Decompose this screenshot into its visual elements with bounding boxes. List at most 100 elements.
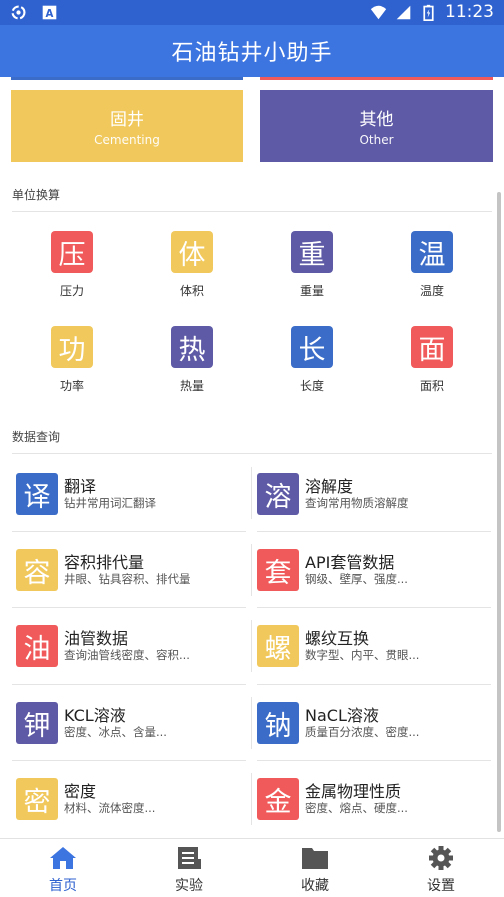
- section-title-data: 数据查询: [12, 430, 61, 444]
- query-text: API套管数据 钢级、壁厚、强度...: [305, 553, 408, 587]
- query-text: KCL溶液 密度、冰点、含量...: [64, 706, 167, 740]
- query-title: NaCL溶液: [305, 706, 379, 725]
- folder-icon: [302, 848, 328, 869]
- unit-item[interactable]: 体体积: [132, 231, 252, 299]
- query-subtitle: 材料、流体密度...: [64, 801, 156, 815]
- unit-item[interactable]: 重重量: [252, 231, 372, 299]
- query-title: KCL溶液: [64, 706, 126, 725]
- unit-item[interactable]: 长长度: [252, 326, 372, 394]
- query-item[interactable]: 密密度 材料、流体密度...: [16, 769, 254, 829]
- row-separator: [257, 531, 491, 532]
- query-subtitle: 查询常用物质溶解度: [305, 496, 409, 510]
- unit-item[interactable]: 温温度: [372, 231, 492, 299]
- unit-label: 功率: [59, 379, 84, 393]
- unit-label: 重量: [299, 284, 324, 298]
- query-title: 密度: [64, 782, 97, 801]
- row-separator: [257, 684, 491, 685]
- query-item[interactable]: 油油管数据 查询油管线密度、容积...: [16, 616, 254, 676]
- grid-separator: [251, 620, 252, 672]
- query-text: NaCL溶液 质量百分浓度、密度...: [305, 706, 419, 740]
- status-bar: A 11:23: [0, 0, 504, 25]
- category-tile-cementing[interactable]: 固井 Cementing: [11, 90, 243, 162]
- unit-badge-icon: 功: [51, 326, 93, 368]
- query-item[interactable]: 螺螺纹互换 数字型、内平、贯眼...: [257, 616, 495, 676]
- row-separator: [12, 684, 246, 685]
- query-subtitle: 密度、冰点、含量...: [64, 725, 167, 739]
- home-icon: [50, 847, 76, 869]
- query-title: 溶解度: [305, 477, 354, 496]
- unit-badge-icon: 热: [171, 326, 213, 368]
- query-title: 油管数据: [64, 629, 129, 648]
- list-icon: [178, 847, 201, 869]
- unit-badge-icon: 面: [411, 326, 453, 368]
- unit-item[interactable]: 面面积: [372, 326, 492, 394]
- category-title: 其他: [359, 110, 394, 130]
- query-subtitle: 质量百分浓度、密度...: [305, 725, 420, 739]
- row-separator: [257, 607, 491, 608]
- gear-icon: [429, 846, 453, 870]
- nav-settings[interactable]: 设置: [378, 839, 504, 897]
- query-item[interactable]: 套 API套管数据 钢级、壁厚、强度...: [257, 540, 495, 600]
- grid-separator: [251, 544, 252, 596]
- unit-label: 压力: [59, 284, 84, 298]
- query-item[interactable]: 溶溶解度 查询常用物质溶解度: [257, 464, 495, 524]
- unit-badge-icon: 长: [291, 326, 333, 368]
- nav-experiment[interactable]: 实验: [126, 839, 252, 897]
- query-text: 翻译 钻井常用词汇翻译: [64, 477, 156, 511]
- bottom-nav: 首页 实验 收藏 设置: [0, 838, 504, 896]
- nav-label: 设置: [427, 878, 455, 894]
- nav-label: 首页: [49, 878, 77, 894]
- peek-tile-right: [260, 77, 493, 80]
- query-subtitle: 钢级、壁厚、强度...: [305, 572, 408, 586]
- query-subtitle: 密度、熔点、硬度...: [305, 801, 408, 815]
- query-title: 容积排代量: [64, 553, 145, 572]
- query-item[interactable]: 钾 KCL溶液 密度、冰点、含量...: [16, 693, 254, 753]
- nav-home[interactable]: 首页: [0, 839, 126, 897]
- query-title: API套管数据: [305, 553, 395, 572]
- category-subtitle: Cementing: [94, 133, 160, 147]
- sync-icon: [11, 5, 26, 20]
- unit-item[interactable]: 压压力: [12, 231, 132, 299]
- unit-item[interactable]: 热热量: [132, 326, 252, 394]
- query-badge-icon: 套: [257, 549, 299, 591]
- query-subtitle: 井眼、钻具容积、排代量: [64, 572, 191, 586]
- unit-badge-icon: 体: [171, 231, 213, 273]
- query-badge-icon: 油: [16, 625, 58, 667]
- app-a-icon: A: [42, 5, 57, 20]
- query-badge-icon: 译: [16, 473, 58, 515]
- query-badge-icon: 金: [257, 778, 299, 820]
- nav-favorites[interactable]: 收藏: [252, 839, 378, 897]
- section-divider: [12, 211, 492, 212]
- category-title: 固井: [110, 110, 144, 130]
- category-tile-other[interactable]: 其他 Other: [260, 90, 493, 162]
- query-subtitle: 查询油管线密度、容积...: [64, 648, 190, 662]
- row-separator: [12, 607, 246, 608]
- query-badge-icon: 螺: [257, 625, 299, 667]
- query-text: 密度 材料、流体密度...: [64, 782, 155, 816]
- unit-label: 温度: [419, 284, 444, 298]
- query-item[interactable]: 钠 NaCL溶液 质量百分浓度、密度...: [257, 693, 495, 753]
- query-item[interactable]: 金金属物理性质 密度、熔点、硬度...: [257, 769, 495, 829]
- signal-icon: [396, 5, 411, 19]
- battery-icon: [423, 4, 434, 21]
- query-text: 容积排代量 井眼、钻具容积、排代量: [64, 553, 191, 587]
- query-item[interactable]: 容容积排代量 井眼、钻具容积、排代量: [16, 540, 254, 600]
- query-badge-icon: 钾: [16, 702, 58, 744]
- unit-label: 热量: [179, 379, 204, 393]
- query-item[interactable]: 译翻译 钻井常用词汇翻译: [16, 464, 254, 524]
- query-text: 螺纹互换 数字型、内平、贯眼...: [305, 629, 419, 663]
- row-separator: [12, 531, 246, 532]
- grid-separator: [251, 773, 252, 825]
- clock: 11:23: [445, 2, 494, 22]
- unit-badge-icon: 温: [411, 231, 453, 273]
- query-subtitle: 钻井常用词汇翻译: [64, 496, 156, 510]
- unit-item[interactable]: 功功率: [12, 326, 132, 394]
- query-title: 螺纹互换: [305, 629, 370, 648]
- scrollbar[interactable]: [497, 192, 501, 832]
- row-separator: [257, 760, 491, 761]
- section-title-units: 单位换算: [12, 188, 61, 202]
- query-badge-icon: 密: [16, 778, 58, 820]
- nav-label: 收藏: [301, 878, 329, 894]
- app-bar: 石油钻井小助手: [0, 25, 504, 77]
- query-badge-icon: 容: [16, 549, 58, 591]
